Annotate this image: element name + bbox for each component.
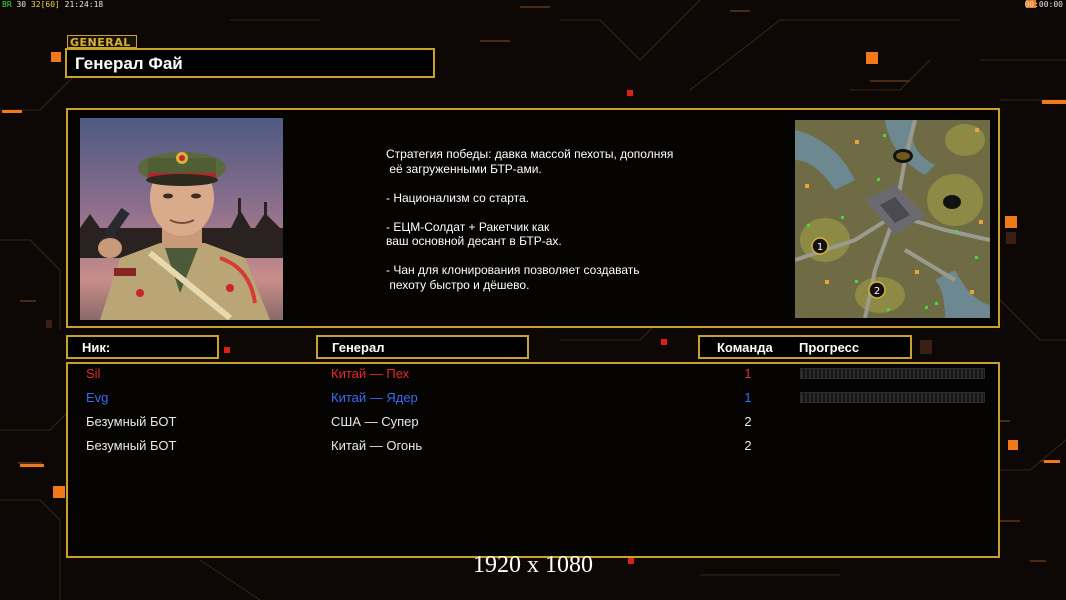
general-description: Стратегия победы: давка массой пехоты, д… — [386, 147, 674, 292]
hud-clock-left: 21:24:18 — [64, 0, 104, 9]
player-nick: Безумный БОТ — [86, 414, 177, 429]
player-progress-bar — [800, 368, 985, 379]
hud-label-b: 30 — [16, 0, 27, 9]
hud-label-c: 32 — [30, 0, 41, 9]
map-preview[interactable]: 1 2 — [795, 120, 990, 318]
player-nick: Sil — [86, 366, 101, 381]
column-header-general: Генерал — [316, 335, 529, 359]
player-progress-bar — [800, 392, 985, 403]
player-nick: Evg — [86, 390, 109, 405]
player-general: США — Супер — [331, 414, 419, 429]
player-general: Китай — Пех — [331, 366, 410, 381]
minimap-image: 1 2 — [795, 120, 990, 318]
player-row[interactable]: Evg Китай — Ядер 1 — [0, 390, 1066, 414]
player-row[interactable]: Безумный БОТ Китай — Огонь 2 — [0, 438, 1066, 462]
player-row[interactable]: Sil Китай — Пех 1 — [0, 366, 1066, 390]
start-position-1[interactable]: 1 — [817, 242, 823, 253]
column-header-progress: Прогресс — [799, 340, 860, 355]
player-general: Китай — Огонь — [331, 438, 423, 453]
general-name-title: Генерал Фай — [65, 48, 435, 78]
player-nick: Безумный БОТ — [86, 438, 177, 453]
portrait-image — [80, 118, 283, 320]
column-header-nick: Ник: — [66, 335, 219, 359]
column-header-team: Команда — [717, 340, 773, 355]
player-team: 1 — [744, 390, 752, 405]
start-position-2[interactable]: 2 — [874, 286, 880, 297]
hud-label-d: [60] — [40, 0, 60, 9]
player-row[interactable]: Безумный БОТ США — Супер 2 — [0, 414, 1066, 438]
player-general: Китай — Ядер — [331, 390, 418, 405]
player-team: 2 — [744, 414, 752, 429]
general-portrait — [80, 118, 283, 320]
player-team: 1 — [744, 366, 752, 381]
hud-clock-right: 00:00:00 — [1024, 0, 1063, 9]
resolution-label: 1920 x 1080 — [473, 552, 593, 578]
player-team: 2 — [744, 438, 752, 453]
hud-status-left: BR 30 32[60] 21:24:18 — [2, 0, 103, 9]
hud-label-a: BR — [2, 0, 12, 9]
general-tag: GENERAL — [67, 35, 137, 49]
column-header-team-progress: Команда Прогресс — [698, 335, 912, 359]
